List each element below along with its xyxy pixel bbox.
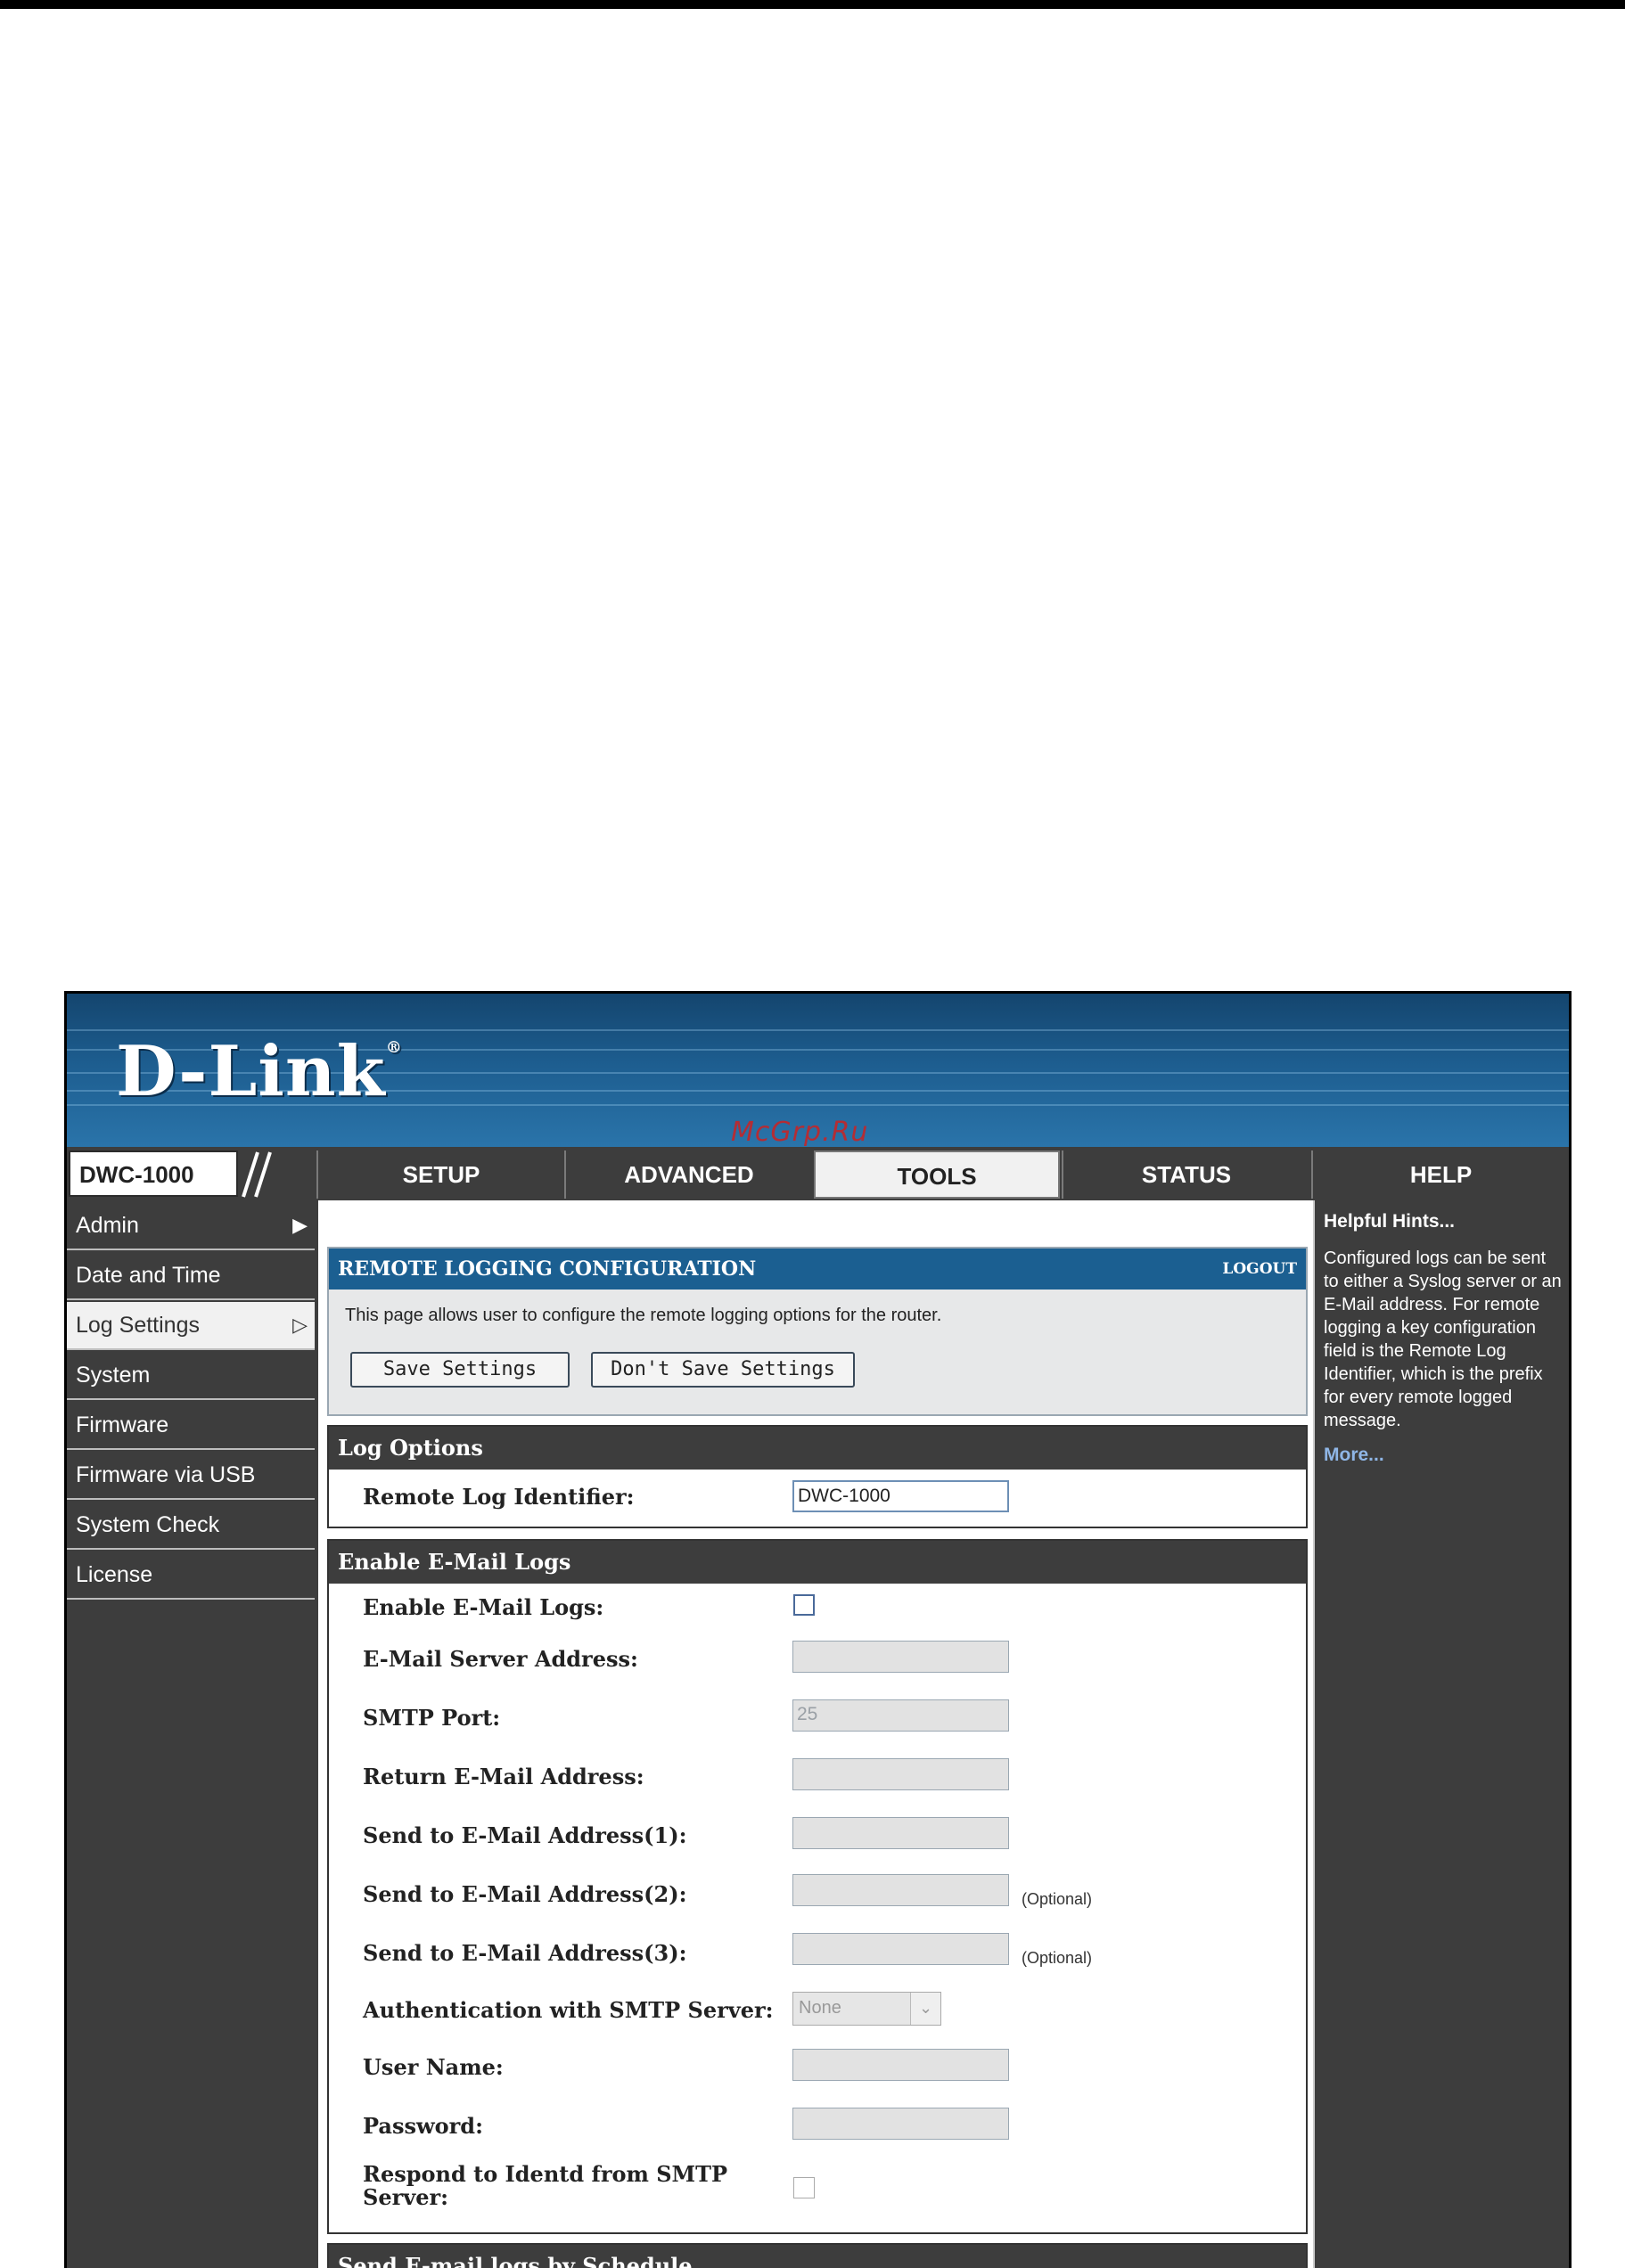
email-server-address-input[interactable] xyxy=(792,1641,1009,1673)
logout-link[interactable]: LOGOUT xyxy=(1222,1249,1297,1290)
remote-log-identifier-input[interactable]: DWC-1000 xyxy=(792,1480,1009,1512)
smtp-authentication-select[interactable]: None ⌄ xyxy=(792,1992,941,2026)
optional-note: (Optional) xyxy=(1022,1949,1093,1967)
chevron-down-icon: ⌄ xyxy=(910,1993,940,2025)
tab-status[interactable]: STATUS xyxy=(1062,1150,1309,1199)
remote-logging-panel: REMOTE LOGGING CONFIGURATION LOGOUT This… xyxy=(327,1247,1308,1416)
respond-identd-label: Respond to Identd from SMTP Server: xyxy=(363,2161,728,2210)
user-name-input[interactable] xyxy=(792,2049,1009,2081)
sidebar-item-firmware-via-usb[interactable]: Firmware via USB xyxy=(67,1452,315,1500)
top-nav-bar: DWC-1000 SETUP ADVANCED TOOLS STATUS HEL… xyxy=(67,1147,1569,1200)
chevron-right-icon: ▶ xyxy=(292,1214,308,1236)
smtp-authentication-label: Authentication with SMTP Server: xyxy=(363,1997,774,2023)
panel-header: REMOTE LOGGING CONFIGURATION LOGOUT xyxy=(329,1249,1306,1290)
page-title: REMOTE LOGGING CONFIGURATION xyxy=(338,1257,757,1281)
smtp-port-input[interactable]: 25 xyxy=(792,1699,1009,1732)
left-sidebar: Admin ▶ Date and Time Log Settings ▷ Sys… xyxy=(67,1200,315,1600)
send-email-address-1-label: Send to E-Mail Address(1): xyxy=(363,1822,687,1848)
help-more-link[interactable]: More... xyxy=(1324,1445,1563,1466)
help-text: Configured logs can be sent to either a … xyxy=(1324,1249,1562,1430)
sidebar-item-log-settings[interactable]: Log Settings ▷ xyxy=(67,1302,315,1350)
brand-banner: D-Link® McGrp.Ru xyxy=(67,994,1569,1147)
section-title: Log Options xyxy=(329,1427,1306,1470)
user-name-label: User Name: xyxy=(363,2054,504,2080)
remote-log-identifier-label: Remote Log Identifier: xyxy=(363,1484,635,1510)
sidebar-item-system[interactable]: System xyxy=(67,1352,315,1400)
send-email-address-3-input[interactable] xyxy=(792,1933,1009,1965)
email-schedule-section: Send E-mail logs by Schedule xyxy=(327,2243,1308,2268)
router-admin-window: D-Link® McGrp.Ru DWC-1000 SETUP ADVANCED… xyxy=(64,991,1572,2268)
help-title: Helpful Hints... xyxy=(1324,1211,1455,1232)
return-email-address-label: Return E-Mail Address: xyxy=(363,1764,644,1789)
helpful-hints-panel: Helpful Hints... Configured logs can be … xyxy=(1313,1200,1569,2268)
section-title: Send E-mail logs by Schedule xyxy=(329,2245,1306,2268)
model-badge: DWC-1000 xyxy=(69,1150,238,1197)
send-email-address-3-label: Send to E-Mail Address(3): xyxy=(363,1940,687,1966)
page-description: This page allows user to configure the r… xyxy=(345,1306,942,1325)
main-content: REMOTE LOGGING CONFIGURATION LOGOUT This… xyxy=(318,1200,1313,2268)
chevron-right-outline-icon: ▷ xyxy=(292,1314,308,1336)
password-input[interactable] xyxy=(792,2108,1009,2140)
save-settings-button[interactable]: Save Settings xyxy=(350,1352,570,1388)
tab-setup[interactable]: SETUP xyxy=(316,1150,564,1199)
top-border-rule xyxy=(0,0,1625,9)
smtp-port-label: SMTP Port: xyxy=(363,1705,501,1731)
return-email-address-input[interactable] xyxy=(792,1758,1009,1790)
tab-advanced[interactable]: ADVANCED xyxy=(564,1150,812,1199)
tab-help[interactable]: HELP xyxy=(1311,1150,1569,1199)
dlink-logo[interactable]: D-Link® xyxy=(116,1031,403,1112)
send-email-address-2-input[interactable] xyxy=(792,1874,1009,1906)
tab-tools[interactable]: TOOLS xyxy=(814,1150,1060,1199)
optional-note: (Optional) xyxy=(1022,1890,1093,1908)
password-label: Password: xyxy=(363,2113,483,2139)
dont-save-settings-button[interactable]: Don't Save Settings xyxy=(591,1352,855,1388)
send-email-address-2-label: Send to E-Mail Address(2): xyxy=(363,1881,687,1907)
enable-email-logs-label: Enable E-Mail Logs: xyxy=(363,1594,604,1620)
sidebar-item-admin[interactable]: Admin ▶ xyxy=(67,1202,315,1250)
watermark-text: McGrp.Ru xyxy=(731,1117,869,1147)
log-options-section: Log Options Remote Log Identifier: DWC-1… xyxy=(327,1425,1308,1528)
email-server-address-label: E-Mail Server Address: xyxy=(363,1646,638,1672)
section-title: Enable E-Mail Logs xyxy=(329,1541,1306,1584)
sidebar-item-date-and-time[interactable]: Date and Time xyxy=(67,1252,315,1300)
sidebar-item-system-check[interactable]: System Check xyxy=(67,1502,315,1550)
respond-identd-checkbox[interactable] xyxy=(793,2177,815,2198)
sidebar-item-firmware[interactable]: Firmware xyxy=(67,1402,315,1450)
enable-email-logs-checkbox[interactable] xyxy=(793,1594,815,1616)
slash-divider-icon xyxy=(242,1151,272,1198)
email-logs-section: Enable E-Mail Logs Enable E-Mail Logs: E… xyxy=(327,1539,1308,2234)
sidebar-item-license[interactable]: License xyxy=(67,1552,315,1600)
send-email-address-1-input[interactable] xyxy=(792,1817,1009,1849)
